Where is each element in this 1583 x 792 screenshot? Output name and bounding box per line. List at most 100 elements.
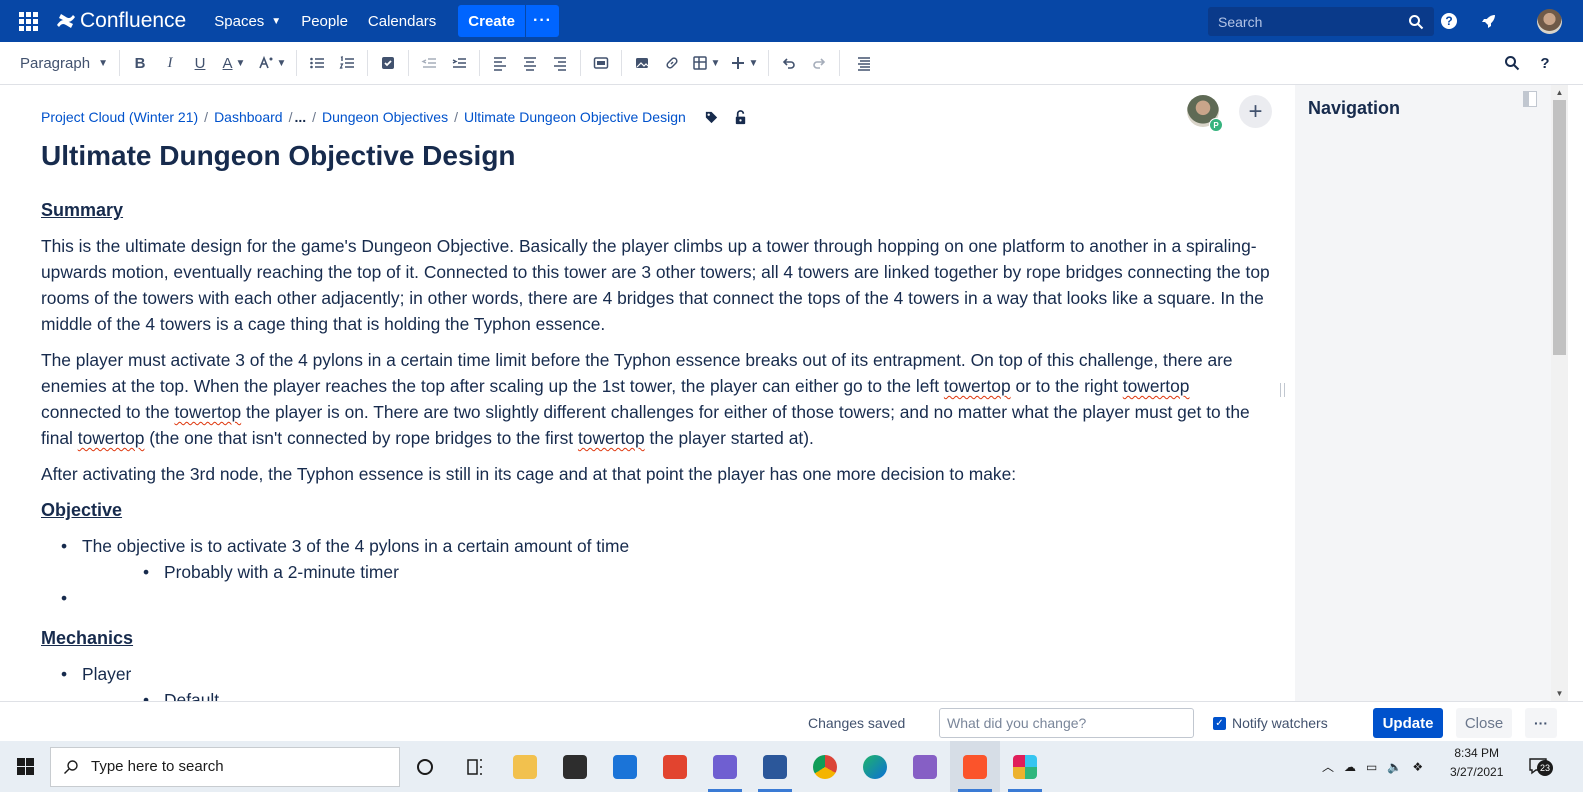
find-button[interactable] <box>1497 48 1527 78</box>
onedrive-cloud-icon[interactable]: ☁ <box>1344 760 1356 774</box>
invite-collaborator-button[interactable]: + <box>1239 95 1272 128</box>
align-center-icon <box>524 57 536 71</box>
whats-new-button[interactable] <box>1479 11 1499 31</box>
scroll-down-icon[interactable]: ▼ <box>1551 689 1568 698</box>
page-title[interactable]: Ultimate Dungeon Objective Design <box>41 140 516 172</box>
underline-button[interactable]: U <box>185 48 215 78</box>
taskbar-office[interactable] <box>650 741 700 792</box>
avatar-status-badge: P <box>1209 118 1223 132</box>
misspelled-word[interactable]: towertop <box>78 428 145 448</box>
misspelled-word[interactable]: towertop <box>944 376 1011 396</box>
taskbar-search[interactable]: Type here to search <box>50 746 400 787</box>
list-item-empty <box>41 585 1273 611</box>
misspelled-word[interactable]: towertop <box>174 402 241 422</box>
taskbar-file-explorer[interactable] <box>500 741 550 792</box>
taskbar-chrome[interactable] <box>800 741 850 792</box>
undo-icon <box>782 58 795 69</box>
insert-table-button[interactable]: ▼ <box>687 48 725 78</box>
chevron-up-icon[interactable]: ︿ <box>1322 758 1334 775</box>
breadcrumb-dashboard[interactable]: Dashboard <box>214 109 283 125</box>
redo-button[interactable] <box>804 48 834 78</box>
undo-button[interactable] <box>774 48 804 78</box>
sidebar-collapse-icon[interactable] <box>1523 91 1537 107</box>
list-item: Player Default <box>41 661 1273 701</box>
link-icon <box>666 57 678 69</box>
breadcrumb-space[interactable]: Project Cloud (Winter 21) <box>41 109 198 125</box>
align-left-button[interactable] <box>485 48 515 78</box>
create-button[interactable]: Create <box>458 13 525 30</box>
taskbar-brave[interactable] <box>950 741 1000 792</box>
taskbar-snip-sketch[interactable] <box>700 741 750 792</box>
misspelled-word[interactable]: towertop <box>578 428 645 448</box>
bold-button[interactable]: B <box>125 48 155 78</box>
taskbar-mail[interactable] <box>600 741 650 792</box>
taskbar-edge[interactable] <box>850 741 900 792</box>
office-icon <box>663 754 687 779</box>
toolbar-divider <box>839 50 840 76</box>
close-button[interactable]: Close <box>1456 708 1512 738</box>
align-right-button[interactable] <box>545 48 575 78</box>
italic-button[interactable]: I <box>155 48 185 78</box>
breadcrumb-current-page[interactable]: Ultimate Dungeon Objective Design <box>464 109 686 125</box>
layouts-button[interactable] <box>586 48 616 78</box>
taskbar-word[interactable] <box>750 741 800 792</box>
text-run: (the one that isn't connected by rope br… <box>144 428 578 448</box>
find-replace-button[interactable] <box>849 48 879 78</box>
volume-icon[interactable]: 🔈 <box>1387 760 1402 774</box>
brave-icon <box>963 754 987 779</box>
align-center-button[interactable] <box>515 48 545 78</box>
scrollbar-thumb[interactable] <box>1553 100 1566 355</box>
search-icon <box>1505 56 1520 71</box>
resize-handle[interactable] <box>1280 383 1285 397</box>
misspelled-word[interactable]: towertop <box>1123 376 1190 396</box>
battery-icon[interactable]: ▭ <box>1366 760 1377 774</box>
checkbox-icon <box>382 57 394 69</box>
create-more-button[interactable]: ··· <box>525 5 559 37</box>
list-item-text: Probably with a 2-minute timer <box>164 562 399 582</box>
more-actions-button[interactable]: ··· <box>1525 708 1557 738</box>
paragraph-style-dropdown[interactable]: Paragraph ▼ <box>14 48 114 78</box>
insert-link-button[interactable] <box>657 48 687 78</box>
confluence-logo[interactable]: Confluence <box>56 9 186 33</box>
breadcrumb-ellipsis[interactable]: ... <box>294 109 306 125</box>
insert-more-button[interactable]: ▼ <box>725 48 763 78</box>
app-switcher-button[interactable] <box>0 0 56 42</box>
chevron-down-icon: ▼ <box>98 57 108 69</box>
help-button[interactable]: ? <box>1439 11 1459 31</box>
start-button[interactable] <box>0 741 50 792</box>
notification-count-badge: 23 <box>1537 760 1553 776</box>
nav-calendars[interactable]: Calendars <box>358 0 446 42</box>
indent-button[interactable] <box>444 48 474 78</box>
label-tag-icon[interactable] <box>704 110 719 125</box>
notify-watchers-checkbox[interactable]: ✓ Notify watchers <box>1213 715 1328 731</box>
numbered-list-button[interactable] <box>332 48 362 78</box>
taskbar-store[interactable] <box>550 741 600 792</box>
editor-help-button[interactable]: ? <box>1530 48 1560 78</box>
vertical-scrollbar[interactable]: ▲ ▼ <box>1551 85 1568 701</box>
task-list-button[interactable] <box>373 48 403 78</box>
scroll-up-icon[interactable]: ▲ <box>1551 88 1568 97</box>
profile-avatar[interactable] <box>1537 9 1562 34</box>
redo-icon <box>813 58 826 69</box>
change-description-input[interactable] <box>939 708 1194 738</box>
dropbox-icon[interactable]: ❖ <box>1412 760 1423 774</box>
bullet-list-button[interactable] <box>302 48 332 78</box>
outdent-button[interactable] <box>414 48 444 78</box>
unlock-icon[interactable] <box>733 109 748 125</box>
search-box[interactable]: Search <box>1208 7 1434 36</box>
update-button[interactable]: Update <box>1373 708 1443 738</box>
page-body[interactable]: Summary This is the ultimate design for … <box>41 197 1273 701</box>
taskbar-clock[interactable]: 8:34 PM 3/27/2021 <box>1450 744 1503 782</box>
text-style-more-button[interactable]: ▼ <box>253 48 291 78</box>
breadcrumb-dungeon-objectives[interactable]: Dungeon Objectives <box>322 109 448 125</box>
visual-studio-icon <box>913 754 937 779</box>
text-color-button[interactable]: A ▼ <box>215 48 253 78</box>
mechanics-list: Player Default <box>41 661 1273 701</box>
taskbar-slack[interactable] <box>1000 741 1050 792</box>
taskbar-visual-studio[interactable] <box>900 741 950 792</box>
task-view-button[interactable] <box>450 741 500 792</box>
nav-spaces[interactable]: Spaces ▼ <box>204 0 291 42</box>
nav-people[interactable]: People <box>291 0 358 42</box>
insert-image-button[interactable] <box>627 48 657 78</box>
cortana-button[interactable] <box>400 741 450 792</box>
